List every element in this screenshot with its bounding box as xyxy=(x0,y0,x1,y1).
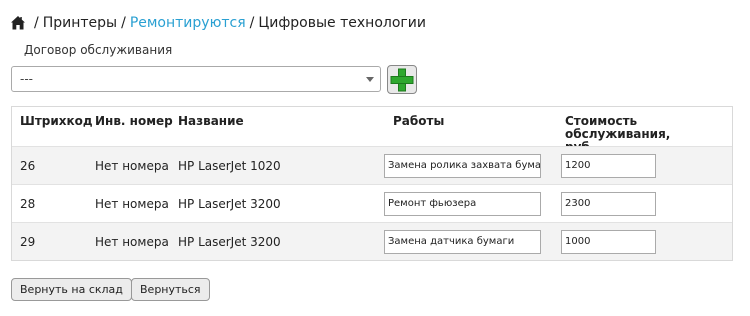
header-name: Название xyxy=(178,114,244,128)
work-input[interactable]: Замена ролика захвата бумаги xyxy=(384,154,541,178)
header-barcode: Штрихкод xyxy=(20,114,93,128)
cost-input[interactable]: 1200 xyxy=(561,154,656,178)
chevron-down-icon xyxy=(366,77,374,82)
cell-name: HP LaserJet 1020 xyxy=(178,159,281,173)
cost-input[interactable]: 1000 xyxy=(561,230,656,254)
cell-barcode: 28 xyxy=(20,197,36,211)
header-cost-line1: Стоимость обслуживания, xyxy=(565,114,671,141)
table-row: 28 Нет номера HP LaserJet 3200 Ремонт фь… xyxy=(12,184,732,222)
cell-name: HP LaserJet 3200 xyxy=(178,235,281,249)
breadcrumb-separator: / xyxy=(34,15,39,31)
breadcrumb-separator: / xyxy=(249,15,255,31)
header-works: Работы xyxy=(393,114,445,128)
work-input[interactable]: Замена датчика бумаги xyxy=(384,230,541,254)
return-to-stock-button[interactable]: Вернуть на склад xyxy=(11,278,132,301)
contract-select-value: --- xyxy=(20,72,33,86)
cell-inv-number: Нет номера xyxy=(95,159,169,173)
breadcrumb-separator: / xyxy=(121,15,126,31)
work-input[interactable]: Ремонт фьюзера xyxy=(384,192,541,216)
cell-inv-number: Нет номера xyxy=(95,197,169,211)
cost-input[interactable]: 2300 xyxy=(561,192,656,216)
table-row: 26 Нет номера HP LaserJet 1020 Замена ро… xyxy=(12,146,732,184)
header-inv-number: Инв. номер xyxy=(95,114,173,128)
breadcrumb: / Принтеры / Ремонтируются / Цифровые те… xyxy=(10,13,426,33)
breadcrumb-current: Цифровые технологии xyxy=(258,15,426,31)
breadcrumb-printers[interactable]: Принтеры xyxy=(43,13,117,33)
contract-select[interactable]: --- xyxy=(11,66,381,92)
cell-barcode: 26 xyxy=(20,159,36,173)
back-button[interactable]: Вернуться xyxy=(131,278,210,301)
contract-label: Договор обслуживания xyxy=(24,43,173,57)
home-icon[interactable] xyxy=(10,15,26,31)
cell-name: HP LaserJet 3200 xyxy=(178,197,281,211)
table-row: 29 Нет номера HP LaserJet 3200 Замена да… xyxy=(12,222,732,260)
breadcrumb-in-repair[interactable]: Ремонтируются xyxy=(130,13,246,33)
cell-barcode: 29 xyxy=(20,235,36,249)
plus-icon xyxy=(390,68,414,92)
devices-table: Штрихкод Инв. номер Название Работы Стои… xyxy=(11,106,733,261)
cell-inv-number: Нет номера xyxy=(95,235,169,249)
add-contract-button[interactable] xyxy=(387,65,417,94)
